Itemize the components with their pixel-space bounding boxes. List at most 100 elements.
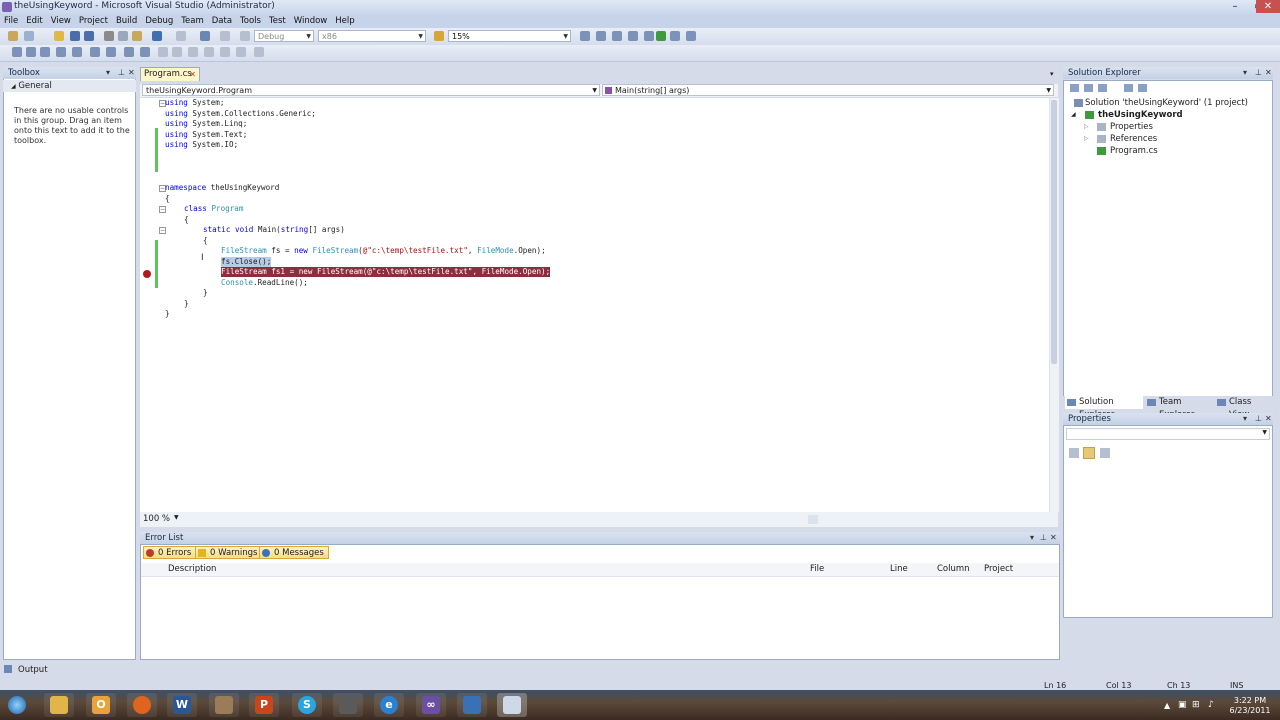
taskbar-active-window[interactable] [497,693,527,717]
menu-file[interactable]: File [0,14,22,28]
menu-window[interactable]: Window [290,14,332,28]
warnings-filter-button[interactable]: 0 Warnings [195,546,263,559]
expand-triangle-icon[interactable]: ▷ [1084,123,1089,130]
add-item-icon[interactable] [24,31,34,41]
system-clock[interactable]: 3:22 PM 6/23/2011 [1225,696,1275,716]
object-browser-icon[interactable] [612,31,622,41]
taskbar-visual-studio[interactable]: ∞ [416,693,446,717]
paste-icon[interactable] [132,31,142,41]
menu-edit[interactable]: Edit [22,14,46,28]
extension-manager-icon[interactable] [670,31,680,41]
alphabetical-icon[interactable] [1083,447,1095,459]
menu-test[interactable]: Test [265,14,290,28]
editor-vertical-scrollbar[interactable] [1049,98,1059,512]
uncomment-icon[interactable] [124,47,134,57]
parameter-info-icon[interactable] [26,47,36,57]
menu-team[interactable]: Team [177,14,207,28]
start-button[interactable] [2,693,32,717]
code-editor[interactable]: − − − − I using System; using System.Col… [140,98,1052,512]
window-position-icon[interactable]: ▾ [106,67,110,79]
close-panel-icon[interactable]: ✕ [1265,413,1272,425]
active-files-dropdown-icon[interactable]: ▾ [1050,70,1054,78]
close-panel-icon[interactable]: ✕ [1050,532,1057,544]
tree-item-properties[interactable]: Properties [1110,122,1153,132]
properties-toolbar-icon[interactable] [1070,84,1079,92]
volume-icon[interactable]: ♪ [1208,700,1214,710]
menu-help[interactable]: Help [331,14,358,28]
auto-hide-pin-icon[interactable]: ⊥ [118,67,125,79]
toggle-bookmark-icon[interactable] [236,47,246,57]
refresh-icon[interactable] [1098,84,1107,92]
taskbar-word[interactable]: W [167,693,197,717]
taskbar-app[interactable] [333,693,363,717]
solution-platform-combo[interactable]: x86 ▼ [318,30,426,42]
types-dropdown[interactable]: theUsingKeyword.Program ▼ [142,84,600,96]
members-dropdown[interactable]: Main(string[] args) ▼ [602,84,1054,96]
tab-class-view[interactable]: Class View [1215,396,1273,420]
increase-indent-icon[interactable] [90,47,100,57]
tab-solution-explorer[interactable]: Solution Explorer [1065,396,1143,420]
redo-icon[interactable] [176,31,186,41]
auto-hide-pin-icon[interactable]: ⊥ [1255,413,1262,425]
save-icon[interactable] [70,31,80,41]
categorized-icon[interactable] [1069,448,1079,458]
close-panel-icon[interactable]: ✕ [128,67,135,79]
find-in-files-icon[interactable] [434,31,444,41]
taskbar-firefox[interactable] [127,693,157,717]
tray-icon[interactable]: ▣ [1178,700,1187,710]
undo-icon[interactable] [152,31,162,41]
tab-team-explorer[interactable]: Team Explorer [1145,396,1215,420]
close-panel-icon[interactable]: ✕ [1265,67,1272,79]
menu-view[interactable]: View [47,14,75,28]
clear-bookmarks-icon[interactable] [220,47,230,57]
view-class-diagram-icon[interactable] [1138,84,1147,92]
tree-item-solution[interactable]: Solution 'theUsingKeyword' (1 project) [1085,98,1248,108]
previous-bookmark-in-folder-icon[interactable] [188,47,198,57]
find-combo[interactable]: 15% ▼ [448,30,571,42]
taskbar-tools[interactable] [209,693,239,717]
taskbar-internet-explorer[interactable]: e [374,693,404,717]
expand-triangle-icon[interactable]: ▷ [1084,135,1089,142]
tree-item-references[interactable]: References [1110,134,1157,144]
show-hidden-icons-icon[interactable]: ▲ [1164,701,1170,710]
toolbox-icon[interactable] [628,31,638,41]
copy-icon[interactable] [118,31,128,41]
start-debugging-icon[interactable] [240,31,250,41]
taskbar-skype[interactable]: S [292,693,322,717]
comment-out-icon[interactable] [106,47,116,57]
close-tab-icon[interactable]: ✕ [189,68,196,81]
member-list-icon[interactable] [12,47,22,57]
menu-build[interactable]: Build [112,14,141,28]
bookmark-icon[interactable] [140,47,150,57]
column-project[interactable]: Project [984,563,1013,576]
toolbox-group-general[interactable]: ◢ General [3,80,136,92]
class-view-icon[interactable] [644,31,654,41]
network-tray-icon[interactable]: ⊞ [1192,700,1200,710]
toolbar-options-icon[interactable] [254,47,264,57]
messages-filter-button[interactable]: 0 Messages [259,546,329,559]
object-selector-combo[interactable]: ▼ [1066,428,1270,440]
editor-horizontal-scrollbar[interactable]: 100 % ▼ [140,512,1058,527]
next-bookmark-icon[interactable] [172,47,182,57]
previous-bookmark-icon[interactable] [158,47,168,57]
taskbar-explorer[interactable] [44,693,74,717]
tree-item-project[interactable]: theUsingKeyword [1098,110,1183,120]
column-line[interactable]: Line [890,563,908,576]
window-position-icon[interactable]: ▾ [1243,413,1247,425]
window-position-icon[interactable]: ▾ [1243,67,1247,79]
scrollbar-thumb[interactable] [808,515,818,524]
minimize-button[interactable]: – [1222,0,1248,13]
command-window-icon[interactable] [686,31,696,41]
output-tab[interactable]: Output [18,665,48,675]
show-all-files-icon[interactable] [1084,84,1093,92]
column-description[interactable]: Description [168,563,216,576]
taskbar-powerpoint[interactable]: P [249,693,279,717]
scrollbar-thumb[interactable] [1051,100,1057,364]
menu-debug[interactable]: Debug [141,14,177,28]
zoom-level[interactable]: 100 % [143,514,170,524]
taskbar-outlook[interactable]: O [86,693,116,717]
solution-explorer-icon[interactable] [596,31,606,41]
start-page-icon[interactable] [656,31,666,41]
solution-configuration-combo[interactable]: Debug ▼ [254,30,314,42]
decrease-indent-icon[interactable] [72,47,82,57]
